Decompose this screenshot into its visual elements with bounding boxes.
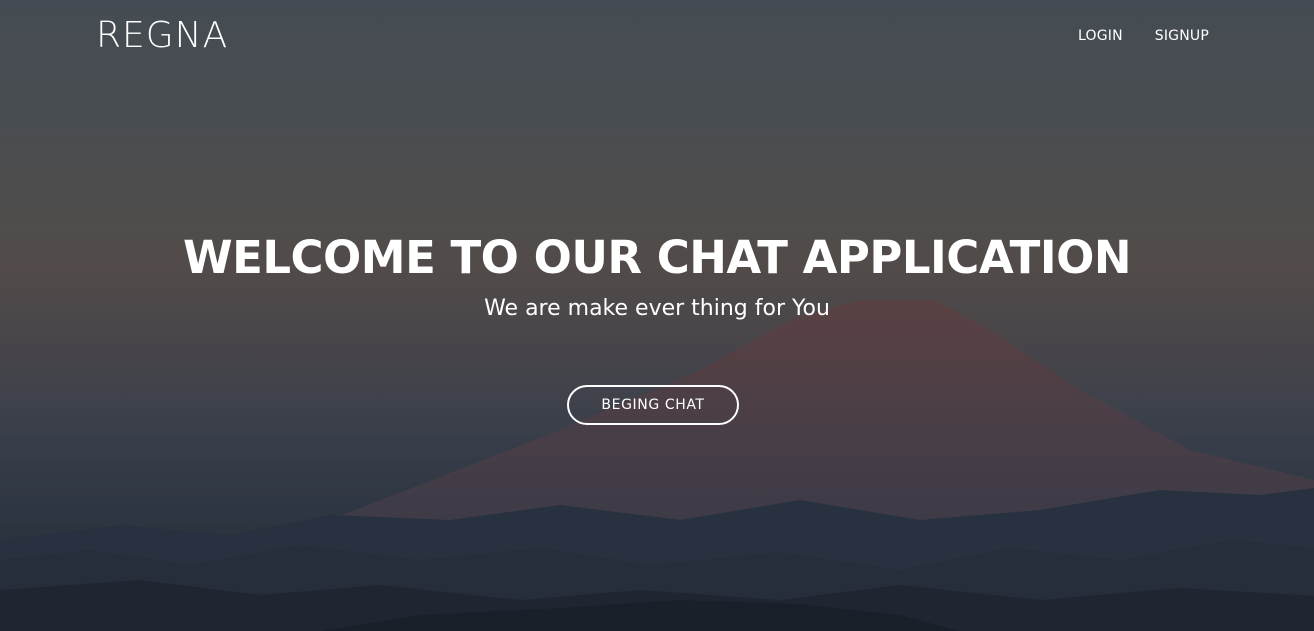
nav-login-link[interactable]: LOGIN [1078,26,1123,46]
hero-title: WELCOME TO OUR CHAT APPLICATION [182,231,1132,284]
hero-section: REGNA LOGIN SIGNUP WELCOME TO OUR CHAT A… [0,0,1314,631]
begin-chat-button[interactable]: BEGING CHAT [567,385,739,425]
hero-subtitle: We are make ever thing for You [484,296,830,321]
brand-logo[interactable]: REGNA [96,14,228,58]
hero-content: WELCOME TO OUR CHAT APPLICATION We are m… [0,228,1314,324]
top-navbar: REGNA LOGIN SIGNUP [0,0,1314,72]
nav-signup-link[interactable]: SIGNUP [1155,26,1209,46]
main-nav: LOGIN SIGNUP [1078,26,1209,46]
